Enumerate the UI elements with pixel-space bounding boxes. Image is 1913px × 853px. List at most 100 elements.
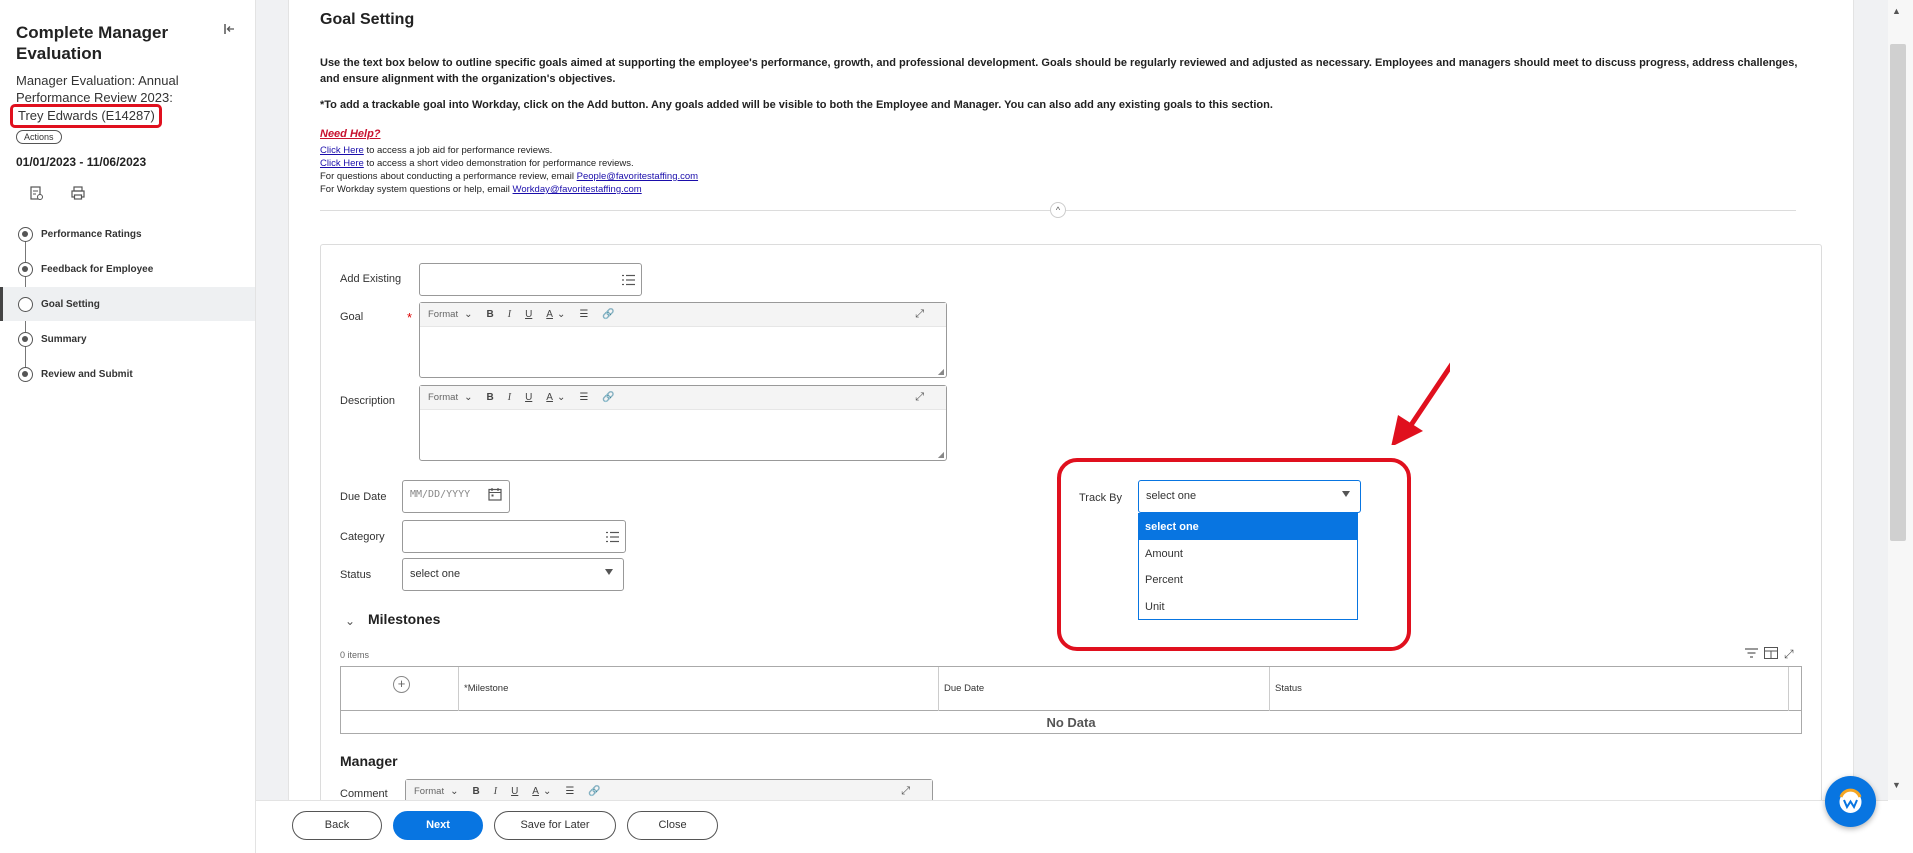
workday-email-link[interactable]: Workday@favoritestaffing.com [513,184,642,195]
chevron-down-icon[interactable]: ⌄ [543,786,551,797]
document-icon[interactable] [28,185,44,201]
step-complete-icon [18,331,33,347]
text-color-button[interactable]: A [532,786,539,797]
video-demo-link[interactable]: Click Here [320,158,364,169]
format-dropdown[interactable]: Format [428,309,458,320]
underline-button[interactable]: U [525,392,532,403]
description-label: Description [340,395,396,407]
bold-button[interactable]: B [472,786,479,797]
text-color-button[interactable]: A [546,392,553,403]
add-row-icon[interactable]: + [393,676,410,693]
empty-state: No Data [1046,715,1096,730]
link-icon[interactable]: 🔗 [602,309,614,320]
goal-editor[interactable]: Format ⌄ B I U A ⌄ ☰ 🔗 ⤢ ◢ [419,302,947,378]
milestones-heading: Milestones [368,611,441,627]
description-toolbar: Format ⌄ B I U A ⌄ ☰ 🔗 ⤢ [420,386,946,410]
option-select-one[interactable]: select one [1139,514,1357,540]
need-help-heading: Need Help? [320,128,381,140]
link-icon[interactable]: 🔗 [602,392,614,403]
underline-button[interactable]: U [511,786,518,797]
option-percent[interactable]: Percent [1139,567,1357,593]
link-icon[interactable]: 🔗 [588,786,600,797]
filter-icon[interactable] [1745,647,1758,662]
bold-button[interactable]: B [486,309,493,320]
step-label: Review and Submit [41,368,133,380]
format-dropdown[interactable]: Format [414,786,444,797]
sidebar: Complete Manager Evaluation Manager Eval… [0,0,256,853]
table-header: + *Milestone Due Date Status [341,667,1801,711]
due-date-label: Due Date [340,491,387,503]
resize-handle-icon[interactable]: ◢ [938,367,944,376]
scroll-down-icon[interactable]: ▼ [1892,780,1901,790]
status-label: Status [340,569,372,581]
column-header-due-date[interactable]: Due Date [939,667,1270,711]
step-complete-icon [18,366,33,382]
step-label: Performance Ratings [41,228,142,240]
step-summary[interactable]: Summary [0,322,255,356]
task-title: Complete Manager Evaluation [16,23,169,63]
underline-button[interactable]: U [525,309,532,320]
print-icon[interactable] [70,185,86,201]
intro-paragraph: Use the text box below to outline specif… [320,57,1798,85]
columns-icon[interactable] [1764,647,1778,662]
column-header-milestone[interactable]: *Milestone [459,667,939,711]
assistant-button[interactable] [1825,776,1876,827]
italic-button[interactable]: I [494,786,497,797]
close-button[interactable]: Close [627,811,718,840]
people-email-link[interactable]: People@favoritestaffing.com [577,171,698,182]
manager-heading: Manager [340,753,398,769]
help-line-video: Click Here to access a short video demon… [320,158,634,169]
add-column: + [341,667,459,711]
column-header-status[interactable]: Status [1270,667,1789,711]
text-color-button[interactable]: A [546,309,553,320]
list-icon[interactable] [606,531,619,543]
category-input[interactable] [402,520,626,553]
scrollbar-thumb[interactable] [1890,44,1906,541]
resize-handle-icon[interactable]: ◢ [938,450,944,459]
option-amount[interactable]: Amount [1139,541,1357,567]
step-goal-setting[interactable]: Goal Setting [0,287,255,321]
step-performance-ratings[interactable]: Performance Ratings [0,217,255,251]
back-button[interactable]: Back [292,811,382,840]
section-title: Goal Setting [320,11,415,28]
help-text: For questions about conducting a perform… [320,171,577,182]
step-feedback-for-employee[interactable]: Feedback for Employee [0,252,255,286]
bullet-list-icon[interactable]: ☰ [579,309,588,320]
description-editor[interactable]: Format ⌄ B I U A ⌄ ☰ 🔗 ⤢ ◢ [419,385,947,461]
calendar-icon[interactable] [488,487,502,501]
italic-button[interactable]: I [508,392,511,403]
bullet-list-icon[interactable]: ☰ [579,392,588,403]
due-date-input[interactable]: MM/DD/YYYY [402,480,510,513]
step-review-and-submit[interactable]: Review and Submit [0,357,255,391]
fullscreen-icon[interactable]: ⤢ [1784,647,1794,662]
add-existing-input[interactable] [419,263,642,296]
chevron-down-icon[interactable]: ⌄ [464,309,472,320]
chevron-down-icon[interactable]: ⌄ [464,392,472,403]
chevron-down-icon[interactable]: ⌄ [345,614,355,628]
job-aid-link[interactable]: Click Here [320,145,364,156]
goal-toolbar: Format ⌄ B I U A ⌄ ☰ 🔗 ⤢ [420,303,946,327]
collapse-up-icon[interactable]: ^ [1050,202,1066,218]
track-by-select[interactable]: select one [1138,480,1361,513]
collapse-sidebar-icon[interactable] [222,22,236,36]
scroll-up-icon[interactable]: ▲ [1892,6,1901,16]
save-for-later-button[interactable]: Save for Later [494,811,616,840]
employee-name: Trey Edwards (E14287) [10,104,162,128]
milestones-table: + *Milestone Due Date Status No Data [340,666,1802,734]
bold-button[interactable]: B [486,392,493,403]
option-unit[interactable]: Unit [1139,594,1357,620]
format-dropdown[interactable]: Format [428,392,458,403]
bullet-list-icon[interactable]: ☰ [565,786,574,797]
chevron-down-icon[interactable]: ⌄ [557,392,565,403]
chevron-down-icon[interactable]: ⌄ [557,309,565,320]
expand-icon[interactable]: ⤢ [915,391,924,404]
step-complete-icon [18,261,33,277]
status-select[interactable]: select one [402,558,624,591]
expand-icon[interactable]: ⤢ [915,308,924,321]
actions-button[interactable]: Actions [16,130,62,144]
next-button[interactable]: Next [393,811,483,840]
list-icon[interactable] [622,274,635,286]
italic-button[interactable]: I [508,309,511,320]
chevron-down-icon[interactable]: ⌄ [450,786,458,797]
expand-icon[interactable]: ⤢ [901,785,910,798]
